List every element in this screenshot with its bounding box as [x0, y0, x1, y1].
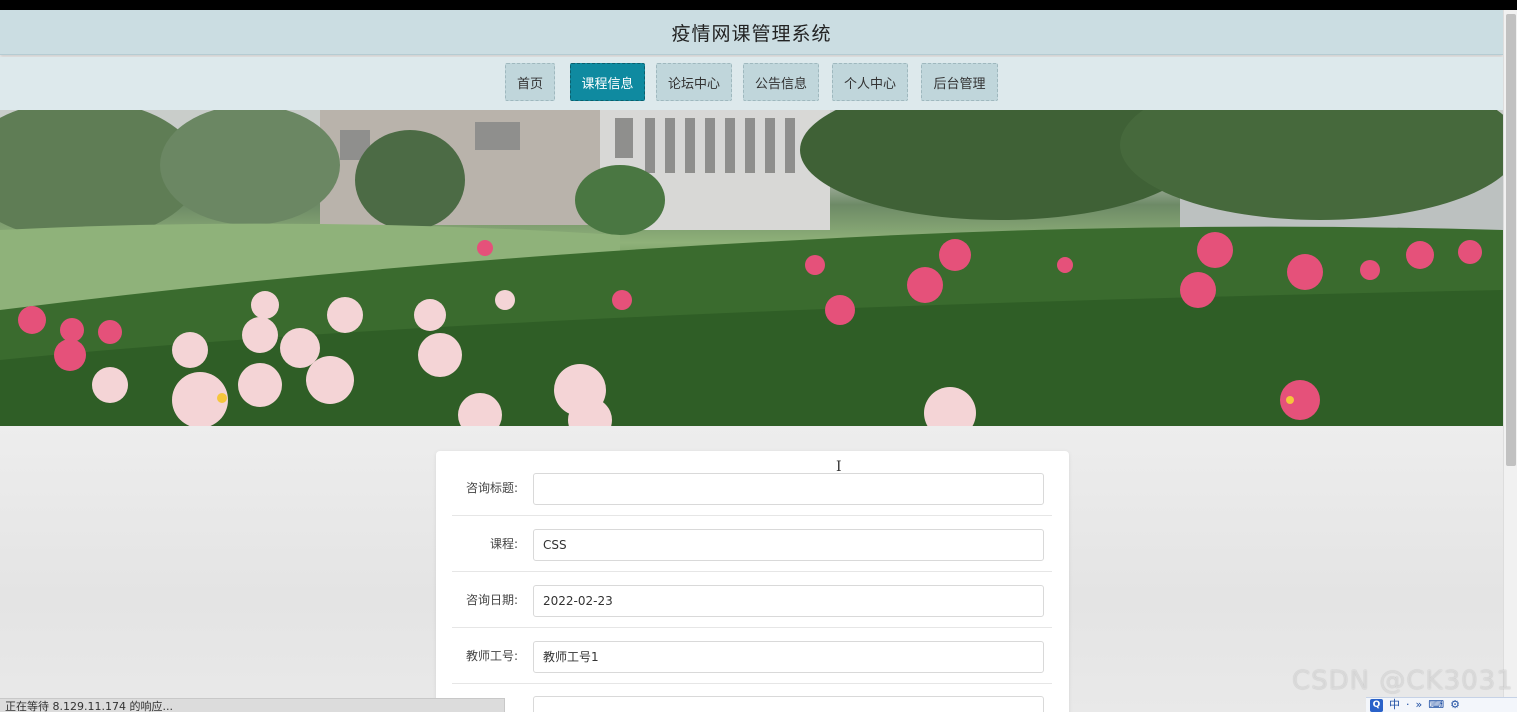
label-consult-title: 咨询标题:	[465, 481, 518, 495]
browser-status-bar: 正在等待 8.129.11.174 的响应...	[0, 698, 505, 712]
browser-viewport: 疫情网课管理系统 首页 课程信息 论坛中心 公告信息 个人中心 后台管理 咨询标…	[0, 10, 1503, 712]
form-row-course: 课程: CSS	[452, 516, 1052, 572]
csdn-watermark: CSDN @CK3031	[1292, 666, 1514, 696]
form-row-teacher-id: 教师工号: 教师工号1	[452, 628, 1052, 684]
label-consult-date: 咨询日期:	[465, 593, 518, 607]
scrollbar-thumb[interactable]	[1506, 14, 1516, 466]
peony-garden-illustration	[0, 110, 1503, 426]
nav-admin[interactable]: 后台管理	[921, 63, 998, 101]
consult-title-input[interactable]	[533, 473, 1044, 505]
site-header: 疫情网课管理系统	[0, 10, 1503, 55]
nav-announcements[interactable]: 公告信息	[743, 63, 819, 101]
label-course: 课程:	[489, 537, 518, 551]
ime-toolbar[interactable]: Q 中 · » ⌨ ⚙	[1366, 697, 1517, 712]
ime-chinese-toggle[interactable]: 中	[1389, 698, 1400, 712]
form-row-date: 咨询日期: 2022-02-23	[452, 572, 1052, 628]
ime-keyboard-icon[interactable]: ⌨	[1428, 698, 1444, 712]
nav-personal-center[interactable]: 个人中心	[832, 63, 908, 101]
banner-image	[0, 110, 1503, 426]
consultation-form: 咨询标题: 课程: CSS 咨询日期: 2022-02-23 教师工号: 教师工…	[436, 451, 1069, 712]
text-cursor-icon: I	[836, 459, 842, 475]
site-title: 疫情网课管理系统	[671, 22, 832, 45]
main-nav: 首页 课程信息 论坛中心 公告信息 个人中心 后台管理	[0, 57, 1503, 110]
nav-forum[interactable]: 论坛中心	[656, 63, 732, 101]
page-scrollbar[interactable]	[1503, 10, 1517, 712]
form-row-title: 咨询标题:	[452, 460, 1052, 516]
consult-date-input[interactable]: 2022-02-23	[533, 585, 1044, 617]
ime-settings-icon[interactable]: ⚙	[1450, 698, 1460, 712]
label-teacher-id: 教师工号:	[465, 649, 518, 663]
next-field-input[interactable]	[533, 696, 1044, 712]
ime-halfwidth-icon[interactable]: »	[1416, 698, 1423, 712]
teacher-id-input[interactable]: 教师工号1	[533, 641, 1044, 673]
nav-course-info[interactable]: 课程信息	[570, 63, 645, 101]
nav-home[interactable]: 首页	[505, 63, 555, 101]
form-row-next	[452, 684, 1052, 712]
ime-logo-icon[interactable]: Q	[1370, 698, 1383, 712]
course-input[interactable]: CSS	[533, 529, 1044, 561]
ime-punctuation-icon[interactable]: ·	[1406, 698, 1410, 712]
